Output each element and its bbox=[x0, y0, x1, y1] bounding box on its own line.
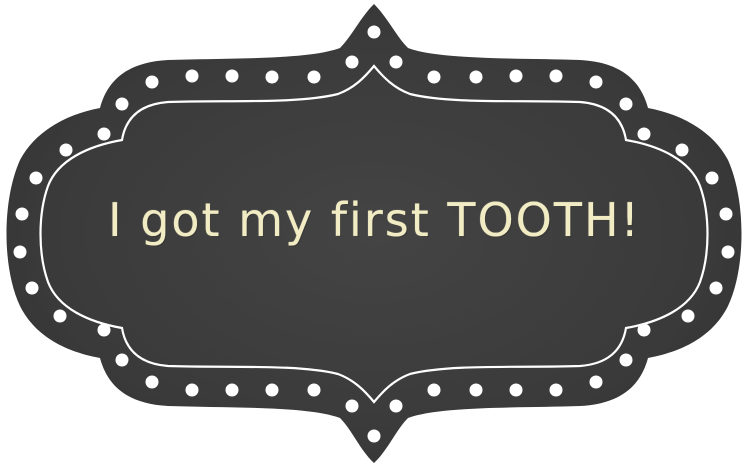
border-dot bbox=[589, 375, 603, 389]
border-dot bbox=[345, 399, 359, 413]
border-dot bbox=[427, 70, 441, 84]
chalkboard-sign: I got my first TOOTH! bbox=[0, 0, 749, 467]
border-dot bbox=[345, 55, 359, 69]
border-dot bbox=[509, 69, 523, 83]
border-dot bbox=[549, 383, 563, 397]
border-dot bbox=[549, 69, 563, 83]
border-dot bbox=[25, 281, 39, 295]
border-dot bbox=[367, 25, 381, 39]
border-dot bbox=[225, 383, 239, 397]
border-dot bbox=[97, 323, 111, 337]
border-dot bbox=[681, 309, 695, 323]
border-dot bbox=[619, 97, 633, 111]
border-dot bbox=[307, 70, 321, 84]
border-dot bbox=[145, 75, 159, 89]
chalk-caption: I got my first TOOTH! bbox=[108, 193, 641, 247]
border-dot bbox=[721, 245, 735, 259]
border-dot bbox=[389, 55, 403, 69]
border-dot bbox=[59, 143, 73, 157]
border-dot bbox=[637, 323, 651, 337]
border-dot bbox=[97, 127, 111, 141]
border-dot bbox=[145, 375, 159, 389]
border-dot bbox=[13, 245, 27, 259]
border-dot bbox=[265, 70, 279, 84]
border-dot bbox=[637, 127, 651, 141]
border-dot bbox=[185, 383, 199, 397]
border-dot bbox=[469, 70, 483, 84]
border-dot bbox=[469, 383, 483, 397]
border-dot bbox=[675, 143, 689, 157]
border-dot bbox=[619, 353, 633, 367]
border-dot bbox=[389, 399, 403, 413]
border-dot bbox=[709, 281, 723, 295]
border-dot bbox=[589, 75, 603, 89]
border-dot bbox=[265, 383, 279, 397]
border-dot bbox=[307, 383, 321, 397]
border-dot bbox=[509, 383, 523, 397]
border-dot bbox=[367, 429, 381, 443]
border-dot bbox=[705, 171, 719, 185]
border-dot bbox=[427, 383, 441, 397]
border-dot bbox=[185, 69, 199, 83]
border-dot bbox=[53, 309, 67, 323]
border-dot bbox=[29, 171, 43, 185]
border-dot bbox=[115, 97, 129, 111]
border-dot bbox=[225, 69, 239, 83]
border-dot bbox=[115, 353, 129, 367]
